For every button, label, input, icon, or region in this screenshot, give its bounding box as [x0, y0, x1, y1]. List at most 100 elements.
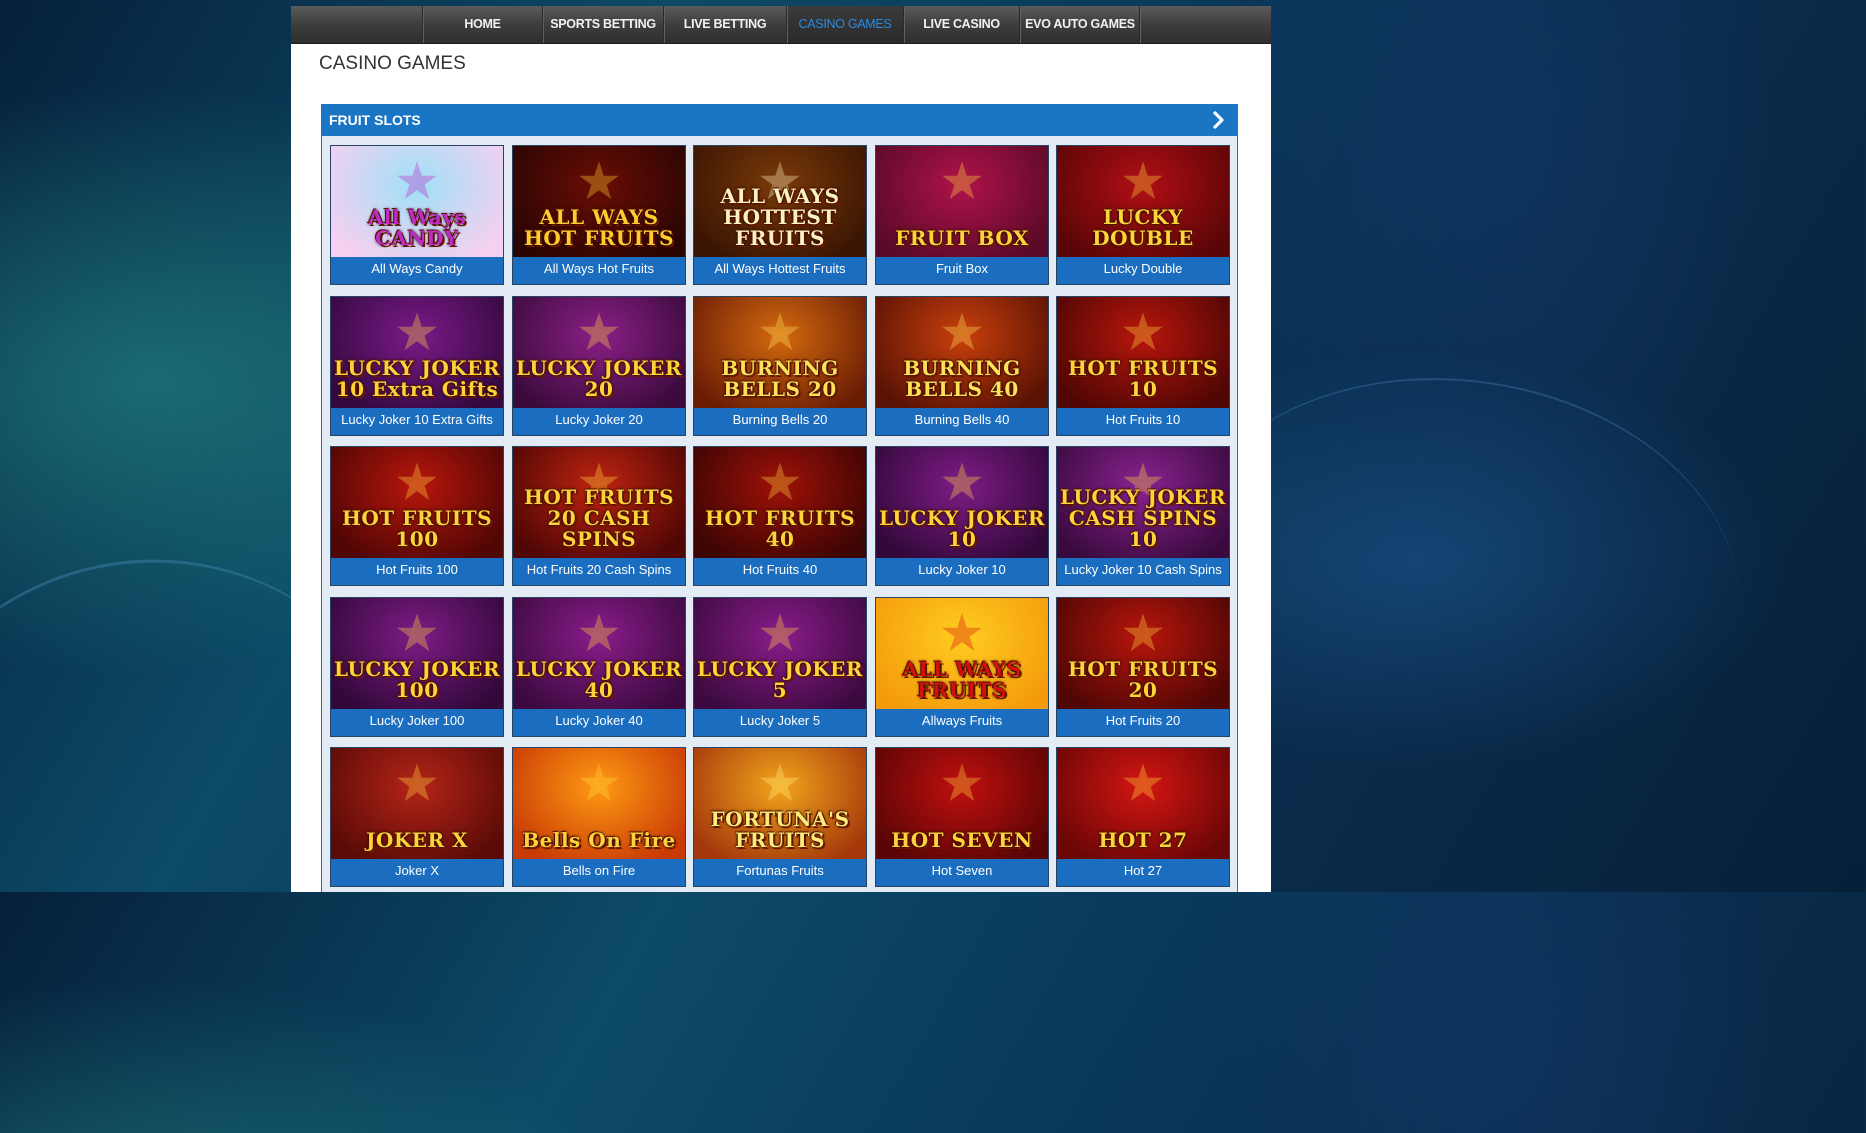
game-thumbnail[interactable]: ★ LUCKY DOUBLE — [1057, 146, 1229, 257]
game-art-icon: ★ — [759, 305, 801, 359]
game-thumbnail[interactable]: ★ All Ways CANDY — [331, 146, 503, 257]
game-thumbnail[interactable]: ★ FORTUNA'S FRUITS — [694, 748, 866, 859]
game-thumbnail[interactable]: ★ LUCKY JOKER 100 — [331, 598, 503, 709]
game-title[interactable]: Fortunas Fruits — [694, 859, 866, 886]
game-title[interactable]: Lucky Joker 5 — [694, 709, 866, 736]
game-art-icon: ★ — [396, 606, 438, 660]
game-art-icon: ★ — [759, 455, 801, 509]
game-tile[interactable]: ★ LUCKY DOUBLE Lucky Double — [1056, 145, 1230, 285]
game-title[interactable]: Lucky Joker 100 — [331, 709, 503, 736]
game-thumbnail[interactable]: ★ HOT FRUITS 20 CASH SPINS — [513, 447, 685, 558]
game-tile[interactable]: ★ LUCKY JOKER CASH SPINS 10 Lucky Joker 10… — [1056, 446, 1230, 586]
game-thumbnail[interactable]: ★ LUCKY JOKER CASH SPINS 10 — [1057, 447, 1229, 558]
game-title[interactable]: All Ways Hottest Fruits — [694, 257, 866, 284]
game-logo-text: LUCKY JOKER 100 — [333, 657, 501, 702]
game-tile[interactable]: ★ LUCKY JOKER 20 Lucky Joker 20 — [512, 296, 686, 436]
game-tile[interactable]: ★ FRUIT BOX Fruit Box — [875, 145, 1049, 285]
game-thumbnail[interactable]: ★ HOT FRUITS 100 — [331, 447, 503, 558]
game-logo-text: HOT FRUITS 40 — [704, 506, 856, 551]
chevron-right-icon[interactable] — [1210, 111, 1228, 129]
game-thumbnail[interactable]: ★ HOT 27 — [1057, 748, 1229, 859]
game-title[interactable]: Hot 27 — [1057, 859, 1229, 886]
game-thumbnail[interactable]: ★ ALL WAYS HOTTEST FRUITS — [694, 146, 866, 257]
game-tile[interactable]: ★ HOT FRUITS 100 Hot Fruits 100 — [330, 446, 504, 586]
game-tile[interactable]: ★ All Ways CANDY All Ways Candy — [330, 145, 504, 285]
game-tile[interactable]: ★ BURNING BELLS 40 Burning Bells 40 — [875, 296, 1049, 436]
game-logo-text: LUCKY JOKER 10 Extra Gifts — [333, 356, 501, 401]
nav-item-home[interactable]: HOME — [422, 6, 542, 43]
game-thumbnail[interactable]: ★ ALL WAYS HOT FRUITS — [513, 146, 685, 257]
game-title[interactable]: Lucky Joker 10 Extra Gifts — [331, 408, 503, 435]
game-title[interactable]: Burning Bells 40 — [876, 408, 1048, 435]
game-tile[interactable]: ★ LUCKY JOKER 5 Lucky Joker 5 — [693, 597, 867, 737]
game-logo-text: LUCKY JOKER 10 — [878, 506, 1046, 551]
game-title[interactable]: Lucky Joker 10 — [876, 558, 1048, 585]
game-tile[interactable]: ★ ALL WAYS HOTTEST FRUITS All Ways Hottest… — [693, 145, 867, 285]
game-title[interactable]: All Ways Candy — [331, 257, 503, 284]
game-thumbnail[interactable]: ★ JOKER X — [331, 748, 503, 859]
game-tile[interactable]: ★ HOT FRUITS 20 Hot Fruits 20 — [1056, 597, 1230, 737]
game-logo-text: HOT FRUITS 20 — [1067, 657, 1219, 702]
game-title[interactable]: Fruit Box — [876, 257, 1048, 284]
game-tile[interactable]: ★ JOKER X Joker X — [330, 747, 504, 887]
game-tile[interactable]: ★ LUCKY JOKER 10 Lucky Joker 10 — [875, 446, 1049, 586]
nav-item-live-betting[interactable]: LIVE BETTING — [663, 6, 786, 43]
game-logo-text: HOT SEVEN — [891, 828, 1033, 852]
game-title[interactable]: Hot Fruits 20 — [1057, 709, 1229, 736]
game-logo-text: LUCKY JOKER 40 — [515, 657, 683, 702]
game-title[interactable]: Hot Fruits 10 — [1057, 408, 1229, 435]
game-title[interactable]: Lucky Joker 40 — [513, 709, 685, 736]
game-thumbnail[interactable]: ★ BURNING BELLS 20 — [694, 297, 866, 408]
game-art-icon: ★ — [578, 305, 620, 359]
nav-item-casino-games[interactable]: CASINO GAMES — [786, 6, 903, 43]
game-title[interactable]: Lucky Double — [1057, 257, 1229, 284]
game-thumbnail[interactable]: ★ HOT FRUITS 40 — [694, 447, 866, 558]
game-logo-text: BURNING BELLS 20 — [721, 356, 839, 401]
game-thumbnail[interactable]: ★ BURNING BELLS 40 — [876, 297, 1048, 408]
game-tile[interactable]: ★ ALL WAYS HOT FRUITS All Ways Hot Fruits — [512, 145, 686, 285]
game-title[interactable]: Hot Fruits 40 — [694, 558, 866, 585]
page-title: CASINO GAMES — [319, 53, 466, 74]
game-thumbnail[interactable]: ★ HOT SEVEN — [876, 748, 1048, 859]
game-title[interactable]: Hot Fruits 20 Cash Spins — [513, 558, 685, 585]
game-thumbnail[interactable]: ★ ALL WAYS FRUITS — [876, 598, 1048, 709]
game-title[interactable]: Hot Seven — [876, 859, 1048, 886]
nav-item-sports-betting[interactable]: SPORTS BETTING — [542, 6, 663, 43]
game-title[interactable]: Lucky Joker 10 Cash Spins — [1057, 558, 1229, 585]
game-tile[interactable]: ★ HOT FRUITS 20 CASH SPINS Hot Fruits 20 C… — [512, 446, 686, 586]
game-tile[interactable]: ★ BURNING BELLS 20 Burning Bells 20 — [693, 296, 867, 436]
game-tile[interactable]: ★ HOT FRUITS 10 Hot Fruits 10 — [1056, 296, 1230, 436]
game-thumbnail[interactable]: ★ HOT FRUITS 10 — [1057, 297, 1229, 408]
game-art-icon: ★ — [941, 305, 983, 359]
game-tile[interactable]: ★ Bells On Fire Bells on Fire — [512, 747, 686, 887]
game-thumbnail[interactable]: ★ HOT FRUITS 20 — [1057, 598, 1229, 709]
game-thumbnail[interactable]: ★ LUCKY JOKER 40 — [513, 598, 685, 709]
game-tile[interactable]: ★ HOT 27 Hot 27 — [1056, 747, 1230, 887]
nav-item-live-casino[interactable]: LIVE CASINO — [903, 6, 1019, 43]
game-tile[interactable]: ★ LUCKY JOKER 100 Lucky Joker 100 — [330, 597, 504, 737]
game-tile[interactable]: ★ HOT SEVEN Hot Seven — [875, 747, 1049, 887]
game-title[interactable]: Burning Bells 20 — [694, 408, 866, 435]
game-tile[interactable]: ★ FORTUNA'S FRUITS Fortunas Fruits — [693, 747, 867, 887]
game-title[interactable]: Hot Fruits 100 — [331, 558, 503, 585]
section-header: FRUIT SLOTS — [321, 104, 1238, 136]
game-art-icon: ★ — [1122, 756, 1164, 810]
game-tile[interactable]: ★ HOT FRUITS 40 Hot Fruits 40 — [693, 446, 867, 586]
game-thumbnail[interactable]: ★ Bells On Fire — [513, 748, 685, 859]
game-thumbnail[interactable]: ★ LUCKY JOKER 20 — [513, 297, 685, 408]
game-tile[interactable]: ★ LUCKY JOKER 40 Lucky Joker 40 — [512, 597, 686, 737]
nav-item-evo-auto-games[interactable]: EVO AUTO GAMES — [1019, 6, 1140, 43]
game-title[interactable]: Joker X — [331, 859, 503, 886]
game-logo-text: LUCKY JOKER 5 — [696, 657, 864, 702]
game-tile[interactable]: ★ LUCKY JOKER 10 Extra Gifts Lucky Joker 1… — [330, 296, 504, 436]
game-logo-text: LUCKY DOUBLE — [1092, 205, 1194, 250]
game-thumbnail[interactable]: ★ LUCKY JOKER 5 — [694, 598, 866, 709]
game-title[interactable]: All Ways Hot Fruits — [513, 257, 685, 284]
game-thumbnail[interactable]: ★ LUCKY JOKER 10 Extra Gifts — [331, 297, 503, 408]
game-tile[interactable]: ★ ALL WAYS FRUITS Allways Fruits — [875, 597, 1049, 737]
game-thumbnail[interactable]: ★ FRUIT BOX — [876, 146, 1048, 257]
game-title[interactable]: Bells on Fire — [513, 859, 685, 886]
game-thumbnail[interactable]: ★ LUCKY JOKER 10 — [876, 447, 1048, 558]
game-title[interactable]: Lucky Joker 20 — [513, 408, 685, 435]
game-title[interactable]: Allways Fruits — [876, 709, 1048, 736]
